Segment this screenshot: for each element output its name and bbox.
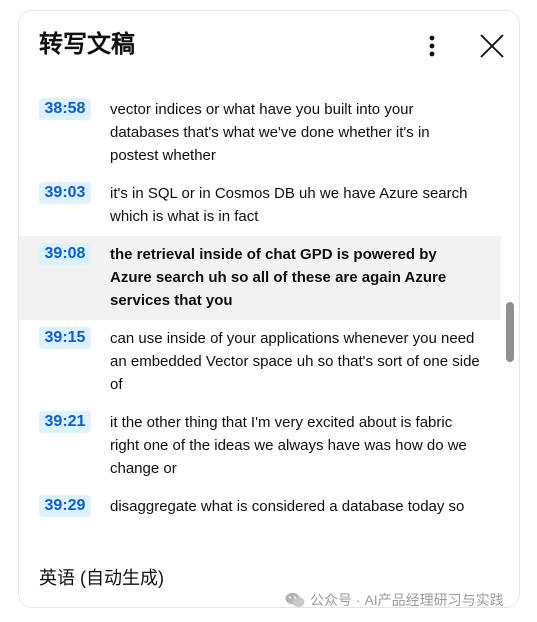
- segment-timestamp[interactable]: 39:29: [39, 495, 91, 517]
- segment-timestamp[interactable]: 39:15: [39, 327, 91, 349]
- transcript-segment[interactable]: 39:03 it's in SQL or in Cosmos DB uh we h…: [19, 175, 501, 236]
- segment-timestamp[interactable]: 39:03: [39, 182, 91, 204]
- segment-text: it's in SQL or in Cosmos DB uh we have A…: [110, 185, 468, 225]
- close-button[interactable]: [474, 28, 510, 64]
- segment-timestamp[interactable]: 38:58: [39, 98, 91, 120]
- segment-text: disaggregate what is considered a databa…: [110, 498, 465, 515]
- panel-header: 转写文稿: [19, 11, 519, 83]
- more-options-button[interactable]: [415, 29, 449, 63]
- watermark-text: 公众号 · AI产品经理研习与实践: [310, 592, 504, 608]
- scrollbar-track[interactable]: [503, 91, 517, 549]
- transcript-segment[interactable]: 39:29 disaggregate what is considered a d…: [19, 488, 501, 526]
- transcript-segment[interactable]: 39:08 the retrieval inside of chat GPD is…: [19, 236, 501, 320]
- segment-timestamp[interactable]: 39:21: [39, 411, 91, 433]
- transcript-segment[interactable]: 39:15 can use inside of your applications…: [19, 320, 501, 404]
- wechat-icon: [285, 592, 305, 607]
- transcript-segment[interactable]: 38:58 vector indices or what have you bui…: [19, 91, 501, 175]
- segment-timestamp[interactable]: 39:08: [39, 243, 91, 265]
- segment-text: vector indices or what have you built in…: [110, 101, 430, 164]
- scrollbar-thumb[interactable]: [506, 302, 514, 362]
- more-vert-icon: [429, 35, 435, 57]
- transcript-panel: 转写文稿 38:58 vector indices or what have yo…: [18, 10, 520, 608]
- panel-title: 转写文稿: [39, 31, 135, 58]
- segment-text: the retrieval inside of chat GPD is powe…: [110, 246, 447, 309]
- language-selector[interactable]: 英语 (自动生成): [39, 566, 164, 590]
- segment-text: it the other thing that I'm very excited…: [110, 414, 467, 477]
- close-icon: [480, 34, 504, 58]
- transcript-segment[interactable]: 39:21 it the other thing that I'm very ex…: [19, 404, 501, 488]
- transcript-list[interactable]: 38:58 vector indices or what have you bui…: [19, 91, 501, 549]
- watermark: 公众号 · AI产品经理研习与实践: [285, 589, 504, 611]
- segment-text: can use inside of your applications when…: [110, 330, 480, 393]
